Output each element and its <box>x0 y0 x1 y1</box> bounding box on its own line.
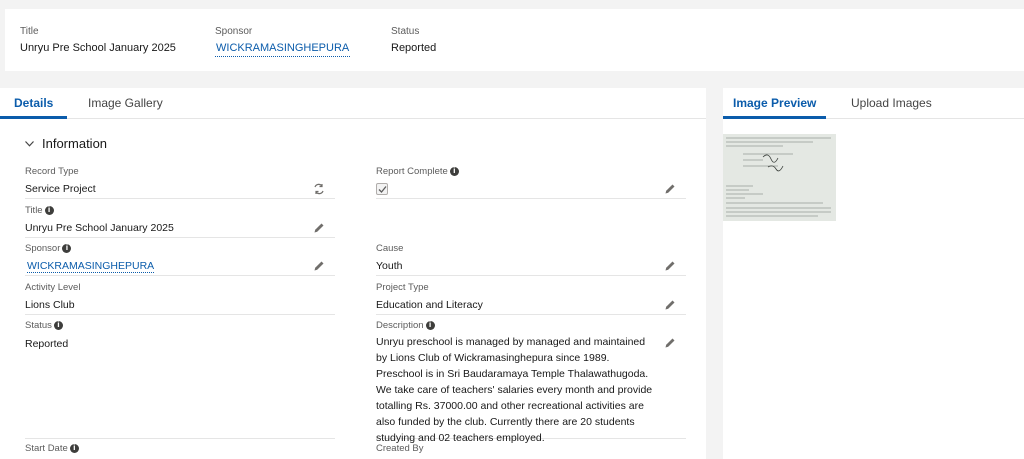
field-record-type: Record Type Service Project <box>25 166 335 199</box>
document-preview-image[interactable] <box>723 134 836 221</box>
highlight-sponsor-label: Sponsor <box>215 26 253 37</box>
activity-level-value: Lions Club <box>25 299 75 311</box>
description-value: Unryu preschool is managed by managed an… <box>376 336 653 444</box>
highlight-title-value: Unryu Pre School January 2025 <box>20 42 176 54</box>
field-sponsor: Sponsor i WICKRAMASINGHEPURA <box>25 243 335 276</box>
status-value: Reported <box>25 338 69 350</box>
information-section-toggle[interactable]: Information <box>25 136 107 151</box>
side-tab-bar: Image Preview Upload Images <box>723 88 1024 119</box>
field-project-type: Project Type Education and Literacy <box>376 282 686 315</box>
title-label: Title i <box>25 205 54 216</box>
tab-upload-images[interactable]: Upload Images <box>851 88 932 119</box>
highlight-status-label: Status <box>391 26 420 37</box>
field-cause: Cause Youth <box>376 243 686 276</box>
info-icon[interactable]: i <box>53 321 63 330</box>
main-tab-bar: Details Image Gallery <box>0 88 706 119</box>
edit-cause-pencil-icon[interactable] <box>664 260 676 272</box>
created-by-label: Created By <box>376 443 424 454</box>
field-title: Title i Unryu Pre School January 2025 <box>25 205 335 238</box>
field-activity-level: Activity Level Lions Club <box>25 282 335 315</box>
field-start-date: Start Date i <box>25 443 335 459</box>
project-type-label: Project Type <box>376 282 429 293</box>
activity-level-label: Activity Level <box>25 282 81 293</box>
info-icon[interactable]: i <box>44 206 54 215</box>
tab-image-gallery[interactable]: Image Gallery <box>88 88 163 119</box>
edit-description-pencil-icon[interactable] <box>664 337 676 349</box>
status-divider <box>25 438 335 439</box>
highlights-panel: Title Unryu Pre School January 2025 Spon… <box>5 9 1024 71</box>
field-report-complete: Report Complete i <box>376 166 686 199</box>
field-description: Description i Unryu preschool is managed … <box>376 320 686 444</box>
report-complete-checkbox[interactable] <box>376 183 388 195</box>
edit-project-type-pencil-icon[interactable] <box>664 299 676 311</box>
cause-value: Youth <box>376 260 403 272</box>
cause-label: Cause <box>376 243 404 254</box>
field-status: Status i Reported <box>25 320 335 438</box>
tab-image-preview[interactable]: Image Preview <box>723 88 827 119</box>
sponsor-link[interactable]: WICKRAMASINGHEPURA <box>27 260 155 273</box>
details-card: Details Image Gallery Information Record… <box>0 88 706 459</box>
description-label: Description i <box>376 320 435 331</box>
highlight-status-value: Reported <box>391 42 437 54</box>
edit-title-pencil-icon[interactable] <box>313 222 325 234</box>
change-record-type-icon[interactable] <box>313 183 325 195</box>
record-type-value: Service Project <box>25 183 96 195</box>
edit-sponsor-pencil-icon[interactable] <box>313 260 325 272</box>
project-type-value: Education and Literacy <box>376 299 483 311</box>
start-date-label: Start Date i <box>25 443 79 454</box>
chevron-down-icon <box>25 140 34 147</box>
section-title: Information <box>42 136 108 151</box>
field-created-by: Created By <box>376 443 686 459</box>
edit-report-complete-pencil-icon[interactable] <box>664 183 676 195</box>
highlight-status: Status Reported <box>391 26 436 54</box>
record-type-label: Record Type <box>25 166 79 177</box>
info-icon[interactable]: i <box>69 444 79 453</box>
highlight-sponsor: Sponsor WICKRAMASINGHEPURA <box>215 26 351 57</box>
image-preview-card: Image Preview Upload Images <box>723 88 1024 459</box>
sponsor-label: Sponsor i <box>25 243 72 254</box>
info-icon[interactable]: i <box>449 167 459 176</box>
info-icon[interactable]: i <box>62 244 72 253</box>
tab-details[interactable]: Details <box>0 88 68 119</box>
highlight-sponsor-link[interactable]: WICKRAMASINGHEPURA <box>215 42 351 57</box>
report-complete-label: Report Complete i <box>376 166 459 177</box>
info-icon[interactable]: i <box>425 321 435 330</box>
title-value: Unryu Pre School January 2025 <box>25 222 174 234</box>
highlight-title-label: Title <box>20 26 39 37</box>
status-label: Status i <box>25 320 63 331</box>
highlight-title: Title Unryu Pre School January 2025 <box>20 26 176 54</box>
